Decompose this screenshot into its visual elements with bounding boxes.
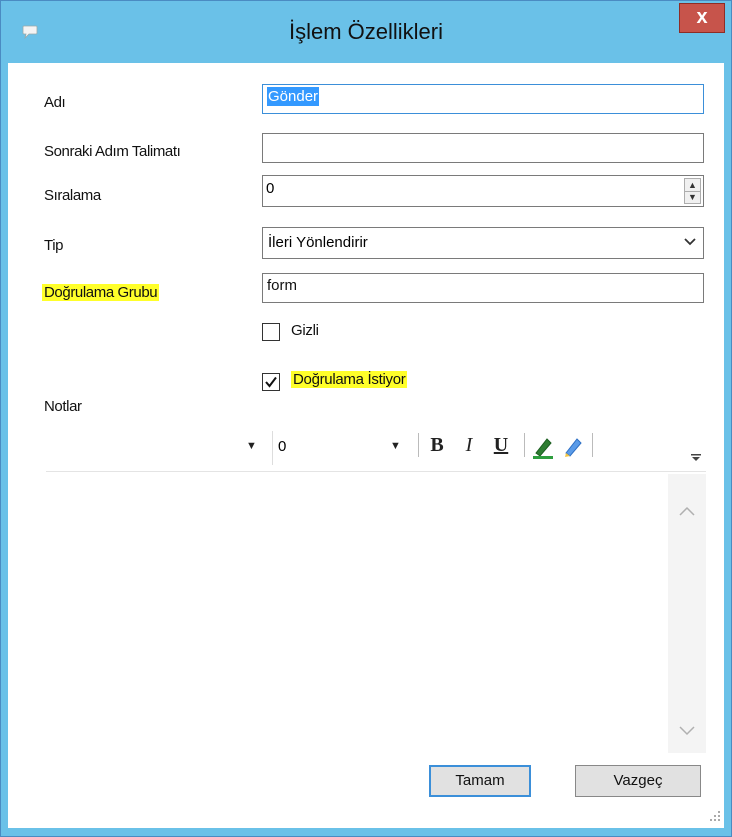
italic-button[interactable]: I (456, 432, 482, 458)
font-size-value: 0 (278, 438, 287, 455)
font-size-select[interactable]: 0 ▼ (274, 431, 414, 465)
next-step-input[interactable] (262, 133, 704, 163)
name-input-value: Gönder (267, 87, 320, 106)
text-color-icon[interactable] (530, 434, 556, 460)
type-label: Tip (44, 237, 64, 254)
cancel-button[interactable]: Vazgeç (575, 765, 701, 797)
hidden-checkbox[interactable] (262, 323, 280, 341)
validation-group-label: Doğrulama Grubu (42, 284, 160, 301)
order-value: 0 (266, 180, 275, 197)
type-select-value: İleri Yönlendirir (268, 234, 368, 251)
dialog-window: İşlem Özellikleri x Adı Gönder Sonraki A… (0, 0, 732, 837)
window-title: İşlem Özellikleri (288, 19, 444, 44)
notes-editor: ▼ 0 ▼ B I U (46, 427, 706, 753)
toolbar-separator (418, 433, 419, 457)
toolbar-separator (524, 433, 525, 457)
requires-validation-checkbox[interactable] (262, 373, 280, 391)
scroll-down-icon[interactable] (679, 726, 695, 736)
title-bar[interactable]: İşlem Özellikleri x (1, 1, 731, 63)
caret-down-icon[interactable]: ▼ (390, 440, 401, 452)
bold-button[interactable]: B (424, 432, 450, 458)
editor-toolbar: ▼ 0 ▼ B I U (46, 427, 706, 472)
order-stepper[interactable]: 0 ▲ ▼ (262, 175, 704, 207)
toolbar-separator (592, 433, 593, 457)
validation-group-input[interactable]: form (262, 273, 704, 303)
requires-validation-label: Doğrulama İstiyor (291, 371, 408, 388)
font-select[interactable]: ▼ (46, 431, 273, 465)
requires-validation-label-text: Doğrulama İstiyor (291, 371, 408, 388)
validation-group-label-text: Doğrulama Grubu (42, 284, 160, 301)
hidden-checkbox-label: Gizli (291, 322, 319, 339)
name-input[interactable]: Gönder (262, 84, 704, 114)
toolbar-overflow-icon[interactable] (690, 451, 702, 463)
close-button[interactable]: x (679, 3, 725, 33)
name-label: Adı (44, 94, 66, 111)
scroll-up-icon[interactable] (679, 506, 695, 516)
chevron-down-icon[interactable] (683, 234, 697, 250)
highlight-icon[interactable] (560, 434, 586, 460)
order-label: Sıralama (44, 187, 101, 204)
underline-button[interactable]: U (488, 432, 514, 458)
notes-label: Notlar (44, 398, 82, 415)
stepper-down-icon[interactable]: ▼ (685, 191, 700, 203)
dialog-content: Adı Gönder Sonraki Adım Talimatı Sıralam… (8, 63, 724, 828)
resize-grip-icon[interactable] (708, 809, 722, 823)
stepper-buttons: ▲ ▼ (684, 178, 701, 204)
checkmark-icon (265, 376, 277, 388)
vertical-scrollbar[interactable] (668, 474, 706, 753)
caret-down-icon[interactable]: ▼ (246, 440, 257, 452)
notes-textarea[interactable] (46, 472, 706, 753)
ok-button[interactable]: Tamam (429, 765, 531, 797)
type-select[interactable]: İleri Yönlendirir (262, 227, 704, 259)
next-step-label: Sonraki Adım Talimatı (44, 143, 181, 160)
